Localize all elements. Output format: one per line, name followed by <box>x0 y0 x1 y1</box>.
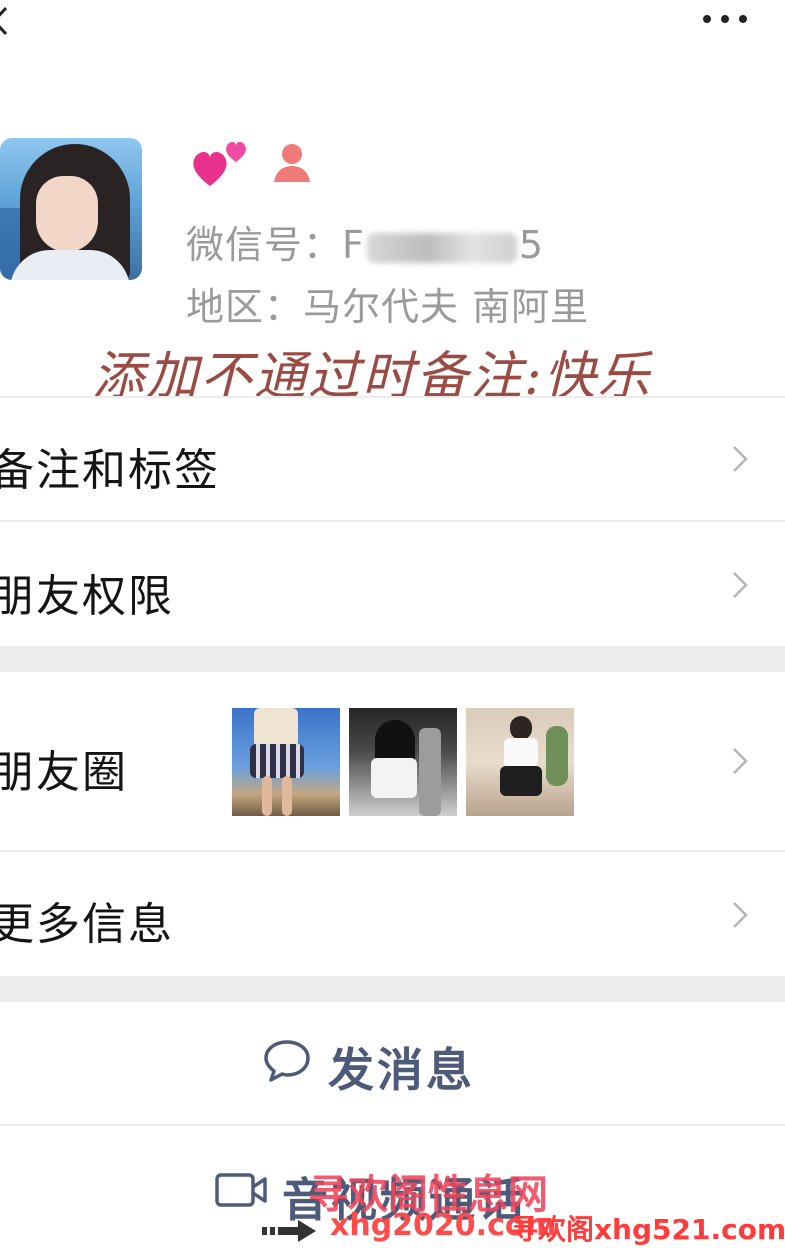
more-info-row[interactable]: 更多信息 <box>0 852 785 976</box>
chevron-right-icon <box>733 446 748 472</box>
chevron-right-icon <box>733 748 748 774</box>
two-hearts-icon <box>193 141 246 186</box>
moments-photo-thumbnail[interactable] <box>349 708 457 816</box>
moments-photo-thumbnail[interactable] <box>232 708 340 816</box>
chat-bubble-icon <box>264 1040 310 1082</box>
friend-permissions-row[interactable]: 朋友权限 <box>0 522 785 646</box>
friend-permissions-label: 朋友权限 <box>0 571 174 622</box>
watermark-brand: 寻欢阁xhg521.com <box>510 1213 785 1246</box>
remarks-tags-row[interactable]: 备注和标签 <box>0 398 785 520</box>
section-gap <box>0 646 785 672</box>
wechat-id: 微信号：F 5 <box>186 214 544 269</box>
female-user-icon <box>274 144 310 182</box>
more-info-label: 更多信息 <box>0 899 174 950</box>
arrow-right-icon <box>262 1220 316 1242</box>
region: 地区：马尔代夫 南阿里 <box>186 285 590 329</box>
avatar[interactable] <box>0 138 142 280</box>
section-gap <box>0 976 785 1002</box>
chevron-right-icon <box>733 572 748 598</box>
back-chevron-icon[interactable] <box>0 6 10 36</box>
top-bar <box>0 0 785 60</box>
wechat-id-suffix: 5 <box>518 223 545 267</box>
moments-label: 朋友圈 <box>0 747 128 798</box>
moments-photo-thumbnail[interactable] <box>466 708 574 816</box>
more-options-icon[interactable] <box>701 12 749 26</box>
remarks-tags-label: 备注和标签 <box>0 445 220 496</box>
video-camera-icon <box>215 1173 267 1207</box>
send-message-label: 发消息 <box>328 1043 475 1097</box>
wechat-id-prefix: 微信号：F <box>186 223 365 267</box>
chevron-right-icon <box>733 902 748 928</box>
redacted-blur <box>366 232 517 263</box>
